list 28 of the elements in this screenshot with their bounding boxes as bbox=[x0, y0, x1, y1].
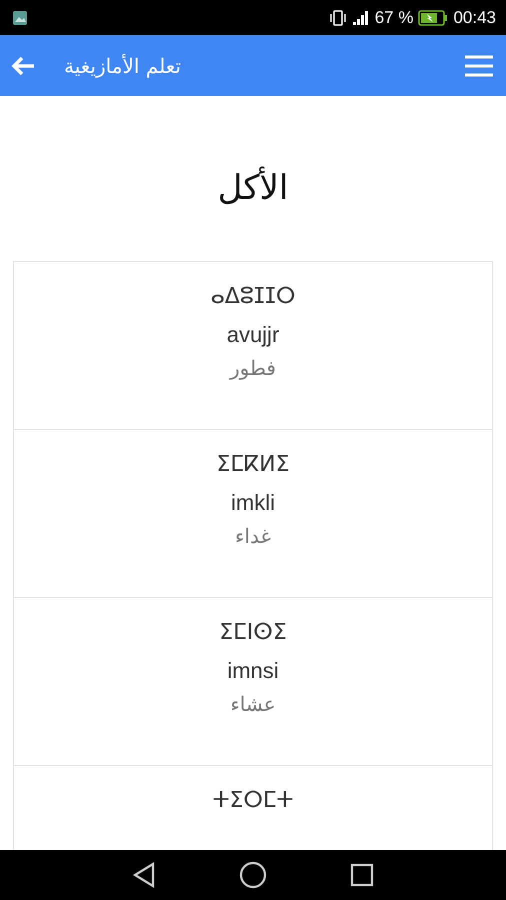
vibrate-icon bbox=[328, 10, 347, 26]
home-circle-icon bbox=[238, 861, 267, 889]
home-nav-button[interactable] bbox=[238, 861, 267, 889]
signal-icon bbox=[352, 10, 370, 26]
category-heading: الأكل bbox=[218, 168, 288, 209]
clock-time: 00:43 bbox=[453, 8, 496, 28]
battery-charging-icon bbox=[418, 10, 448, 26]
menu-button[interactable] bbox=[464, 54, 494, 76]
tifinagh-word: ⵉⵎⴽⵍⵉ bbox=[216, 452, 290, 479]
image-notification-icon bbox=[12, 10, 28, 26]
transliteration: imnsi bbox=[227, 658, 279, 684]
battery-percentage: 67 % bbox=[374, 8, 414, 28]
tifinagh-word: ⵜⵉⵔⵎⵜ bbox=[212, 788, 294, 815]
tifinagh-word: ⴰⵠⵓⵊⵊⵔ bbox=[210, 284, 296, 311]
tifinagh-word: ⵉⵎⵏⵙⵉ bbox=[219, 620, 287, 647]
arabic-translation: غداء bbox=[235, 524, 271, 548]
menu-icon bbox=[464, 54, 494, 76]
app-title: تعلم الأمازيغية bbox=[64, 54, 181, 78]
back-arrow-icon bbox=[10, 54, 36, 76]
arabic-translation: عشاء bbox=[230, 692, 276, 716]
recents-nav-button[interactable] bbox=[350, 863, 374, 887]
transliteration: imkli bbox=[231, 490, 275, 516]
back-button[interactable] bbox=[10, 54, 36, 76]
arabic-translation: فطور bbox=[230, 356, 276, 380]
back-triangle-icon bbox=[132, 862, 156, 888]
back-nav-button[interactable] bbox=[132, 862, 156, 888]
transliteration: avujjr bbox=[226, 322, 280, 348]
recents-square-icon bbox=[350, 863, 374, 887]
